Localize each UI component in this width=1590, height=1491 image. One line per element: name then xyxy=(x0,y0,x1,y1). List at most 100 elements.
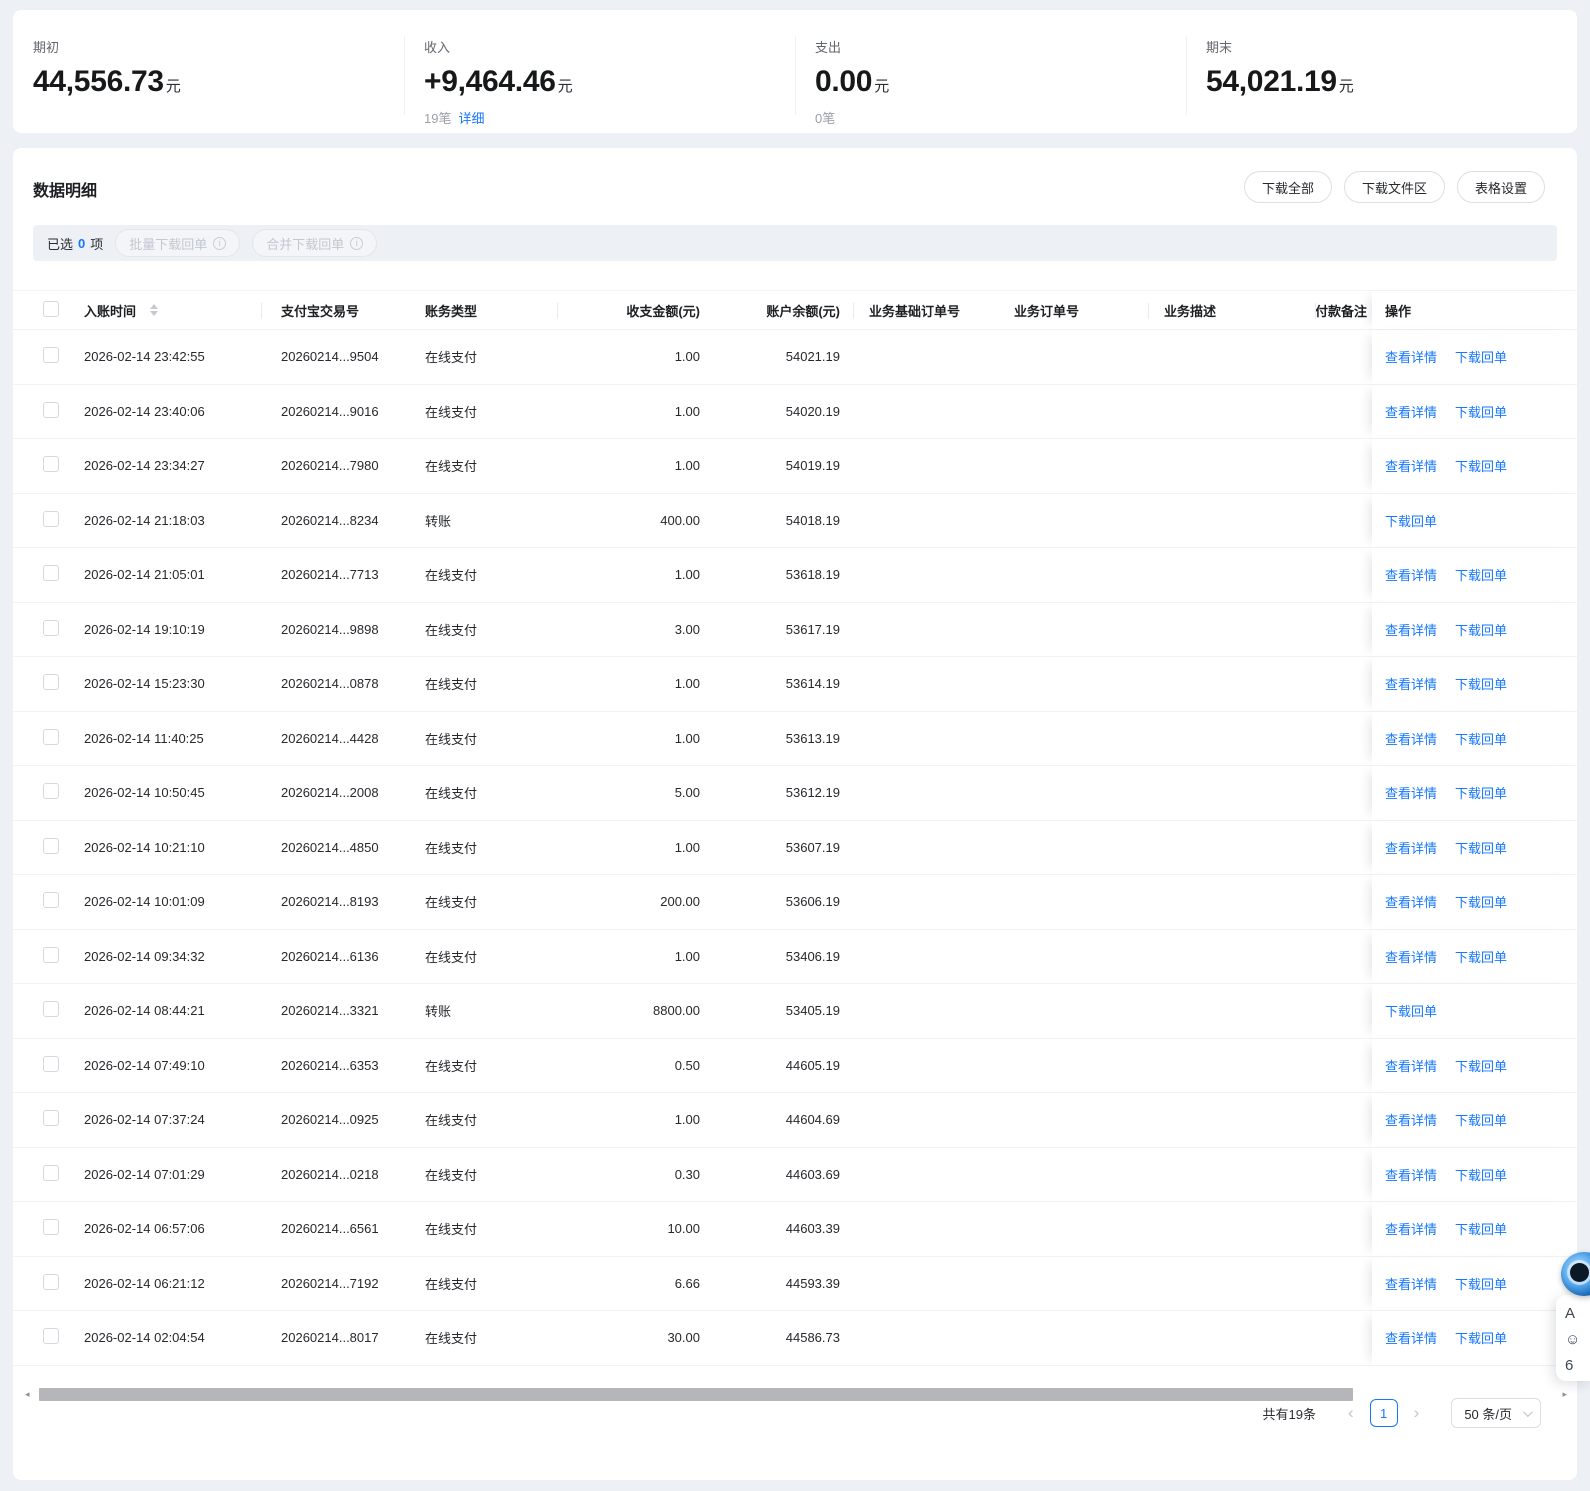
select-all-checkbox[interactable] xyxy=(43,300,59,317)
cell-actions: 查看详情 下载回单 xyxy=(1372,657,1577,711)
total-count: 共有19条 xyxy=(1262,1406,1316,1422)
view-detail-link[interactable]: 查看详情 xyxy=(1385,1274,1437,1293)
prev-page-icon[interactable]: ‹ xyxy=(1340,1399,1362,1427)
download-receipt-link[interactable]: 下载回单 xyxy=(1455,838,1507,857)
view-detail-link[interactable]: 查看详情 xyxy=(1385,456,1437,475)
view-detail-link[interactable]: 查看详情 xyxy=(1385,1219,1437,1238)
cell-actions: 查看详情 下载回单 xyxy=(1372,820,1577,874)
row-checkbox[interactable] xyxy=(43,619,59,636)
download-receipt-link[interactable]: 下载回单 xyxy=(1455,1219,1507,1238)
view-detail-link[interactable]: 查看详情 xyxy=(1385,1056,1437,1075)
cell-amount: 1.00 xyxy=(674,676,700,692)
row-checkbox[interactable] xyxy=(43,1273,59,1290)
view-detail-link[interactable]: 查看详情 xyxy=(1385,347,1437,366)
row-checkbox[interactable] xyxy=(43,1219,59,1236)
chevron-down-icon xyxy=(1522,1407,1533,1418)
view-detail-link[interactable]: 查看详情 xyxy=(1385,674,1437,693)
table-row: 2026-02-14 11:40:25 20260214...4428 在线支付… xyxy=(13,711,1577,766)
scrollbar-thumb[interactable] xyxy=(39,1388,1353,1401)
download-receipt-link[interactable]: 下载回单 xyxy=(1455,1165,1507,1184)
download-receipt-link[interactable]: 下载回单 xyxy=(1455,783,1507,802)
download-receipt-link[interactable]: 下载回单 xyxy=(1455,1110,1507,1129)
cell-amount: 200.00 xyxy=(660,894,700,910)
download-zone-button[interactable]: 下载文件区 xyxy=(1343,171,1445,203)
cell-actions: 查看详情 下载回单 xyxy=(1372,1038,1577,1092)
download-receipt-link[interactable]: 下载回单 xyxy=(1385,1001,1437,1020)
view-detail-link[interactable]: 查看详情 xyxy=(1385,1165,1437,1184)
download-receipt-link[interactable]: 下载回单 xyxy=(1455,347,1507,366)
view-detail-link[interactable]: 查看详情 xyxy=(1385,838,1437,857)
cell-actions: 查看详情 下载回单 xyxy=(1372,929,1577,983)
view-detail-link[interactable]: 查看详情 xyxy=(1385,729,1437,748)
table-settings-button[interactable]: 表格设置 xyxy=(1456,171,1545,203)
row-checkbox[interactable] xyxy=(43,837,59,854)
download-receipt-link[interactable]: 下载回单 xyxy=(1455,565,1507,584)
cell-balance: 54018.19 xyxy=(785,512,840,528)
download-receipt-link[interactable]: 下载回单 xyxy=(1455,402,1507,421)
assistant-panel-icon[interactable]: 6 xyxy=(1565,1353,1590,1379)
download-receipt-link[interactable]: 下载回单 xyxy=(1455,947,1507,966)
view-detail-link[interactable]: 查看详情 xyxy=(1385,1328,1437,1347)
download-receipt-link[interactable]: 下载回单 xyxy=(1385,511,1437,530)
download-receipt-link[interactable]: 下载回单 xyxy=(1455,1328,1507,1347)
cell-type: 在线支付 xyxy=(425,459,478,475)
next-page-icon[interactable]: › xyxy=(1406,1399,1428,1427)
detail-link[interactable]: 详细 xyxy=(458,111,484,126)
row-checkbox[interactable] xyxy=(43,1055,59,1072)
row-checkbox[interactable] xyxy=(43,1001,59,1018)
column-separator xyxy=(1315,303,1316,319)
row-checkbox[interactable] xyxy=(43,510,59,527)
cell-type: 在线支付 xyxy=(425,895,478,911)
row-checkbox[interactable] xyxy=(43,565,59,582)
row-checkbox[interactable] xyxy=(43,456,59,473)
download-receipt-link[interactable]: 下载回单 xyxy=(1455,674,1507,693)
scroll-right-icon[interactable]: ▸ xyxy=(1562,1388,1567,1401)
row-checkbox[interactable] xyxy=(43,1110,59,1127)
view-detail-link[interactable]: 查看详情 xyxy=(1385,892,1437,911)
merge-download-button[interactable]: 合并下载回单 i xyxy=(252,229,378,257)
row-checkbox[interactable] xyxy=(43,347,59,364)
row-checkbox[interactable] xyxy=(43,1328,59,1345)
download-receipt-link[interactable]: 下载回单 xyxy=(1455,620,1507,639)
assistant-panel-icon[interactable]: ☺ xyxy=(1565,1327,1590,1353)
view-detail-link[interactable]: 查看详情 xyxy=(1385,620,1437,639)
row-checkbox[interactable] xyxy=(43,1164,59,1181)
cell-amount: 1.00 xyxy=(674,730,700,746)
cell-txid: 20260214...8193 xyxy=(281,894,379,910)
page-number-button[interactable]: 1 xyxy=(1369,1399,1398,1427)
download-receipt-link[interactable]: 下载回单 xyxy=(1455,1274,1507,1293)
view-detail-link[interactable]: 查看详情 xyxy=(1385,565,1437,584)
summary-subline: 19笔 详细 xyxy=(424,108,795,127)
download-receipt-link[interactable]: 下载回单 xyxy=(1455,892,1507,911)
cell-type: 在线支付 xyxy=(425,1167,478,1183)
cell-amount: 1.00 xyxy=(674,948,700,964)
cell-type: 转账 xyxy=(425,1004,452,1020)
batch-download-button[interactable]: 批量下载回单 i xyxy=(115,229,241,257)
page-size-select[interactable]: 50 条/页 xyxy=(1451,1398,1541,1428)
row-checkbox[interactable] xyxy=(43,892,59,909)
view-detail-link[interactable]: 查看详情 xyxy=(1385,783,1437,802)
view-detail-link[interactable]: 查看详情 xyxy=(1385,1110,1437,1129)
row-checkbox[interactable] xyxy=(43,783,59,800)
info-icon[interactable]: i xyxy=(213,236,227,250)
download-all-button[interactable]: 下载全部 xyxy=(1243,171,1332,203)
view-detail-link[interactable]: 查看详情 xyxy=(1385,402,1437,421)
cell-type: 在线支付 xyxy=(425,949,478,965)
scroll-left-icon[interactable]: ◂ xyxy=(25,1388,30,1401)
assistant-panel: A ☺ 6 xyxy=(1556,1295,1590,1381)
table-row: 2026-02-14 06:21:12 20260214...7192 在线支付… xyxy=(13,1256,1577,1311)
row-checkbox[interactable] xyxy=(43,728,59,745)
sort-icon[interactable] xyxy=(150,304,159,316)
assistant-panel-icon[interactable]: A xyxy=(1565,1301,1590,1327)
download-receipt-link[interactable]: 下载回单 xyxy=(1455,1056,1507,1075)
download-receipt-link[interactable]: 下载回单 xyxy=(1455,729,1507,748)
download-receipt-link[interactable]: 下载回单 xyxy=(1455,456,1507,475)
currency-unit: 元 xyxy=(165,78,181,95)
row-checkbox[interactable] xyxy=(43,401,59,418)
cell-txid: 20260214...6353 xyxy=(281,1057,379,1073)
row-checkbox[interactable] xyxy=(43,946,59,963)
row-checkbox[interactable] xyxy=(43,674,59,691)
view-detail-link[interactable]: 查看详情 xyxy=(1385,947,1437,966)
cell-amount: 1.00 xyxy=(674,567,700,583)
info-icon[interactable]: i xyxy=(350,236,364,250)
